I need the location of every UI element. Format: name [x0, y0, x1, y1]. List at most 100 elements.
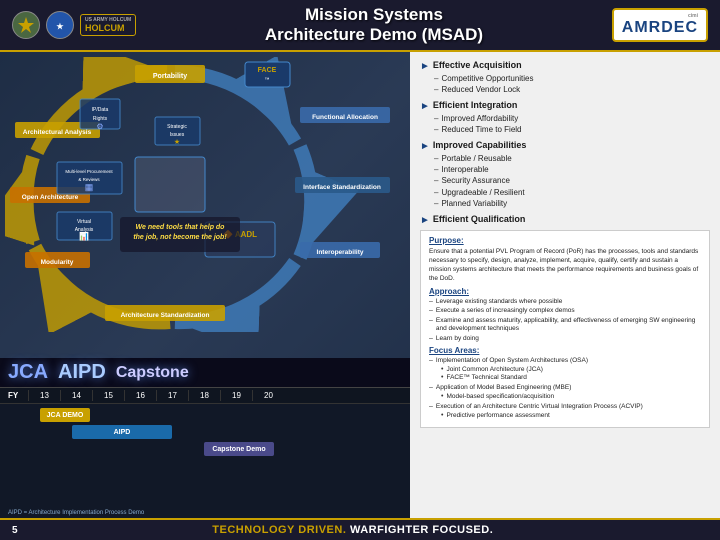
svg-text:Modularity: Modularity: [41, 259, 74, 266]
aipd-bar-row: AIPD: [8, 425, 402, 439]
efficient-integration-section: ► Efficient Integration – Improved Affor…: [420, 100, 710, 136]
amrdec-logo: cimi AMRDEC: [612, 8, 708, 42]
fy-18: 18: [188, 390, 220, 401]
improved-affordability: – Improved Affordability: [420, 114, 710, 124]
upgradeable-text: Upgradeable / Resilient: [441, 188, 524, 198]
svg-text:IP/Data: IP/Data: [92, 107, 109, 113]
focus-main-2: Application of Model Based Engineering (…: [436, 384, 572, 392]
approach-text-1: Leverage existing standards where possib…: [436, 298, 562, 306]
competitive-opportunities: – Competitive Opportunities: [420, 74, 710, 84]
fy-label: FY: [8, 391, 28, 400]
purpose-text: Ensure that a potential PVL Program of R…: [429, 247, 701, 283]
svg-text:Issues: Issues: [170, 132, 185, 138]
portable-text: Portable / Reusable: [441, 154, 511, 164]
svg-text:™: ™: [265, 77, 270, 83]
main-content: Portability FACE ™ Functional Allocation…: [0, 52, 720, 518]
header-logos: ★ US ARMY HOLCUM HOLCUM: [12, 11, 136, 39]
aipd-note: AIPD = Architecture Implementation Proce…: [8, 510, 144, 516]
approach-item-1: – Leverage existing standards where poss…: [429, 298, 701, 306]
timeline-bars: JCA DEMO AIPD Capstone Demo: [0, 404, 410, 463]
svg-text:Interoperability: Interoperability: [317, 249, 364, 256]
fy-20: 20: [252, 390, 284, 401]
svg-text:★: ★: [174, 138, 180, 146]
effective-acquisition-section: ► Effective Acquisition – Competitive Op…: [420, 60, 710, 96]
capstone-bar-row: Capstone Demo: [8, 442, 402, 456]
capstone-label: Capstone: [116, 364, 189, 382]
approach-text-2: Execute a series of increasingly complex…: [436, 307, 575, 315]
svg-text:FACE: FACE: [258, 67, 277, 74]
svg-text:Architecture Standardization: Architecture Standardization: [121, 312, 210, 319]
svg-text:★: ★: [56, 22, 64, 31]
improved-capabilities-section: ► Improved Capabilities – Portable / Reu…: [420, 140, 710, 210]
svg-text:Strategic: Strategic: [167, 124, 187, 130]
portable-reusable: – Portable / Reusable: [420, 154, 710, 164]
focus-item-2: – Application of Model Based Engineering…: [429, 384, 701, 401]
fy-19: 19: [220, 390, 252, 401]
focus-item-3: – Execution of an Architecture Centric V…: [429, 403, 701, 420]
army-logo: [12, 11, 40, 39]
arrow-bullet-1: ►: [420, 61, 430, 72]
tagline-part2: WARFIGHTER FOCUSED.: [350, 524, 493, 536]
effective-acquisition-title: Effective Acquisition: [433, 60, 522, 72]
efficient-qualification-section: ► Efficient Qualification: [420, 214, 710, 226]
svg-text:Architectural Analysis: Architectural Analysis: [23, 129, 92, 136]
efficient-qual-title: Efficient Qualification: [433, 214, 526, 226]
amrdec-text: AMRDEC: [622, 19, 698, 37]
fy-16: 16: [124, 390, 156, 401]
focus-sub-3a: • Predictive performance assessment: [429, 412, 701, 420]
svg-text:📊: 📊: [79, 231, 89, 241]
jca-label: JCA: [8, 361, 48, 384]
focus-sub-text-1a: Joint Common Architecture (JCA): [446, 366, 542, 374]
arrow-bullet-3: ►: [420, 141, 430, 152]
svg-text:Functional Allocation: Functional Allocation: [312, 114, 378, 121]
diagram-area: Portability FACE ™ Functional Allocation…: [0, 52, 410, 518]
reduced-time-field: – Reduced Time to Field: [420, 125, 710, 135]
jca-bar-row: JCA DEMO: [8, 408, 402, 422]
planned-variability: – Planned Variability: [420, 199, 710, 209]
aipd-label: AIPD: [58, 361, 106, 384]
svg-text:Multi-level Procurement: Multi-level Procurement: [65, 169, 113, 174]
security-assurance: – Security Assurance: [420, 176, 710, 186]
title-line1: Mission Systems: [305, 5, 443, 24]
improved-affordability-text: Improved Affordability: [441, 114, 518, 124]
focus-item-1: – Implementation of Open System Architec…: [429, 357, 701, 382]
capstone-bar-label: Capstone Demo: [212, 446, 265, 453]
purpose-section: Purpose: Ensure that a potential PVL Pro…: [420, 230, 710, 429]
approach-item-4: – Learn by doing: [429, 335, 701, 343]
effective-acquisition-header: ► Effective Acquisition: [420, 60, 710, 72]
purpose-title: Purpose:: [429, 236, 701, 245]
svg-text:Open Architecture: Open Architecture: [22, 194, 79, 201]
efficient-integration-header: ► Efficient Integration: [420, 100, 710, 112]
focus-sub-text-3a: Predictive performance assessment: [446, 412, 549, 420]
aipd-bar-label: AIPD: [114, 429, 131, 436]
reduced-vendor-lock: – Reduced Vendor Lock: [420, 85, 710, 95]
focus-sub-2a: • Model-based specification/acquisition: [429, 393, 701, 401]
focus-sub-text-1b: FACE™ Technical Standard: [446, 374, 526, 382]
timeline-header-row: JCA AIPD Capstone: [0, 358, 410, 388]
fy-14: 14: [60, 390, 92, 401]
header-title: Mission Systems Architecture Demo (MSAD): [136, 5, 612, 46]
footer-tagline: TECHNOLOGY DRIVEN. WARFIGHTER FOCUSED.: [18, 524, 688, 536]
svg-text:We need tools that help do: We need tools that help do: [136, 224, 226, 231]
timeline-fy-row: FY 13 14 15 16 17 18 19 20: [0, 388, 410, 404]
capstone-bar: Capstone Demo: [204, 442, 274, 456]
svg-text:Interface Standardization: Interface Standardization: [303, 184, 381, 191]
footer: 5 TECHNOLOGY DRIVEN. WARFIGHTER FOCUSED.: [0, 518, 720, 540]
approach-item-2: – Execute a series of increasingly compl…: [429, 307, 701, 315]
jca-bar-label: JCA DEMO: [47, 412, 84, 419]
fy-13: 13: [28, 390, 60, 401]
diagram-svg: Portability FACE ™ Functional Allocation…: [5, 57, 405, 332]
header: ★ US ARMY HOLCUM HOLCUM Mission Systems …: [0, 0, 720, 52]
approach-text-4: Learn by doing: [436, 335, 479, 343]
fy-15: 15: [92, 390, 124, 401]
page-container: ★ US ARMY HOLCUM HOLCUM Mission Systems …: [0, 0, 720, 540]
title-line2: Architecture Demo (MSAD): [265, 25, 483, 44]
fy-numbers: 13 14 15 16 17 18 19 20: [28, 390, 402, 401]
aipd-bar: AIPD: [72, 425, 172, 439]
planned-variability-text: Planned Variability: [441, 199, 507, 209]
interoperable: – Interoperable: [420, 165, 710, 175]
arrow-bullet-2: ►: [420, 101, 430, 112]
arrow-bullet-4: ►: [420, 215, 430, 226]
approach-text-3: Examine and assess maturity, applicabili…: [436, 317, 701, 334]
right-panel: ► Effective Acquisition – Competitive Op…: [410, 52, 720, 518]
